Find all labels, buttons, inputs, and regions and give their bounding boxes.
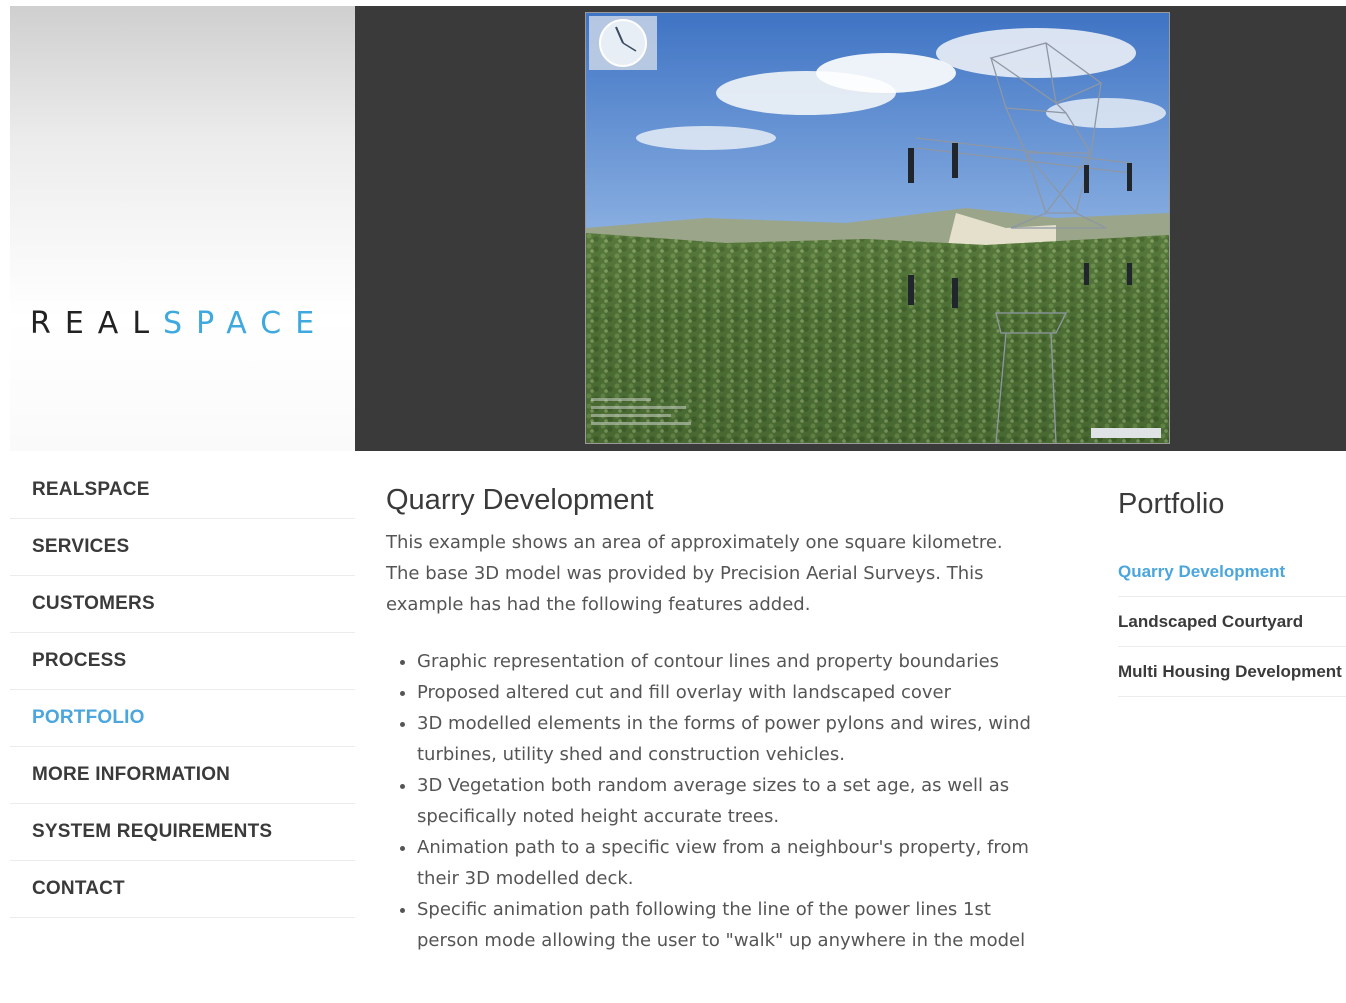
nav-item-system-requirements[interactable]: SYSTEM REQUIREMENTS	[10, 804, 355, 861]
feature-list: Graphic representation of contour lines …	[386, 646, 1066, 956]
site-logo[interactable]: REALSPACE	[30, 306, 328, 341]
hero-banner	[355, 6, 1346, 451]
nav-item-more-information[interactable]: MORE INFORMATION	[10, 747, 355, 804]
page-title: Quarry Development	[386, 484, 654, 516]
feature-item: Proposed altered cut and fill overlay wi…	[417, 677, 1057, 708]
hero-3d-render	[585, 12, 1170, 444]
portfolio-link-quarry-development[interactable]: Quarry Development	[1118, 547, 1346, 597]
compass-icon	[589, 16, 657, 70]
portfolio-link-multi-housing-development[interactable]: Multi Housing Development	[1118, 647, 1346, 697]
nav-item-contact[interactable]: CONTACT	[10, 861, 355, 918]
logo-text-real: REAL	[30, 306, 164, 341]
nav-item-realspace[interactable]: REALSPACE	[10, 462, 355, 519]
nav-item-services[interactable]: SERVICES	[10, 519, 355, 576]
portfolio-list: Quarry Development Landscaped Courtyard …	[1118, 547, 1346, 697]
main-content: Quarry Development This example shows an…	[386, 484, 1066, 956]
feature-item: Specific animation path following the li…	[417, 894, 1057, 956]
intro-paragraph: This example shows an area of approximat…	[386, 532, 1003, 615]
portfolio-link-landscaped-courtyard[interactable]: Landscaped Courtyard	[1118, 597, 1346, 647]
nav-item-portfolio[interactable]: PORTFOLIO	[10, 690, 355, 747]
page: REALSPACE REALSPACE SERVICES CUSTOMERS P…	[0, 0, 1346, 1003]
nav-item-customers[interactable]: CUSTOMERS	[10, 576, 355, 633]
portfolio-sidebar: Portfolio Quarry Development Landscaped …	[1118, 488, 1346, 697]
logo-text-space: SPACE	[163, 306, 329, 341]
logo-panel: REALSPACE	[10, 6, 355, 451]
main-nav: REALSPACE SERVICES CUSTOMERS PROCESS POR…	[10, 462, 355, 918]
feature-item: Graphic representation of contour lines …	[417, 646, 1057, 677]
feature-item: 3D modelled elements in the forms of pow…	[417, 708, 1057, 770]
sidebar-title: Portfolio	[1118, 488, 1225, 520]
nav-item-process[interactable]: PROCESS	[10, 633, 355, 690]
feature-item: 3D Vegetation both random average sizes …	[417, 770, 1057, 832]
feature-item: Animation path to a specific view from a…	[417, 832, 1057, 894]
